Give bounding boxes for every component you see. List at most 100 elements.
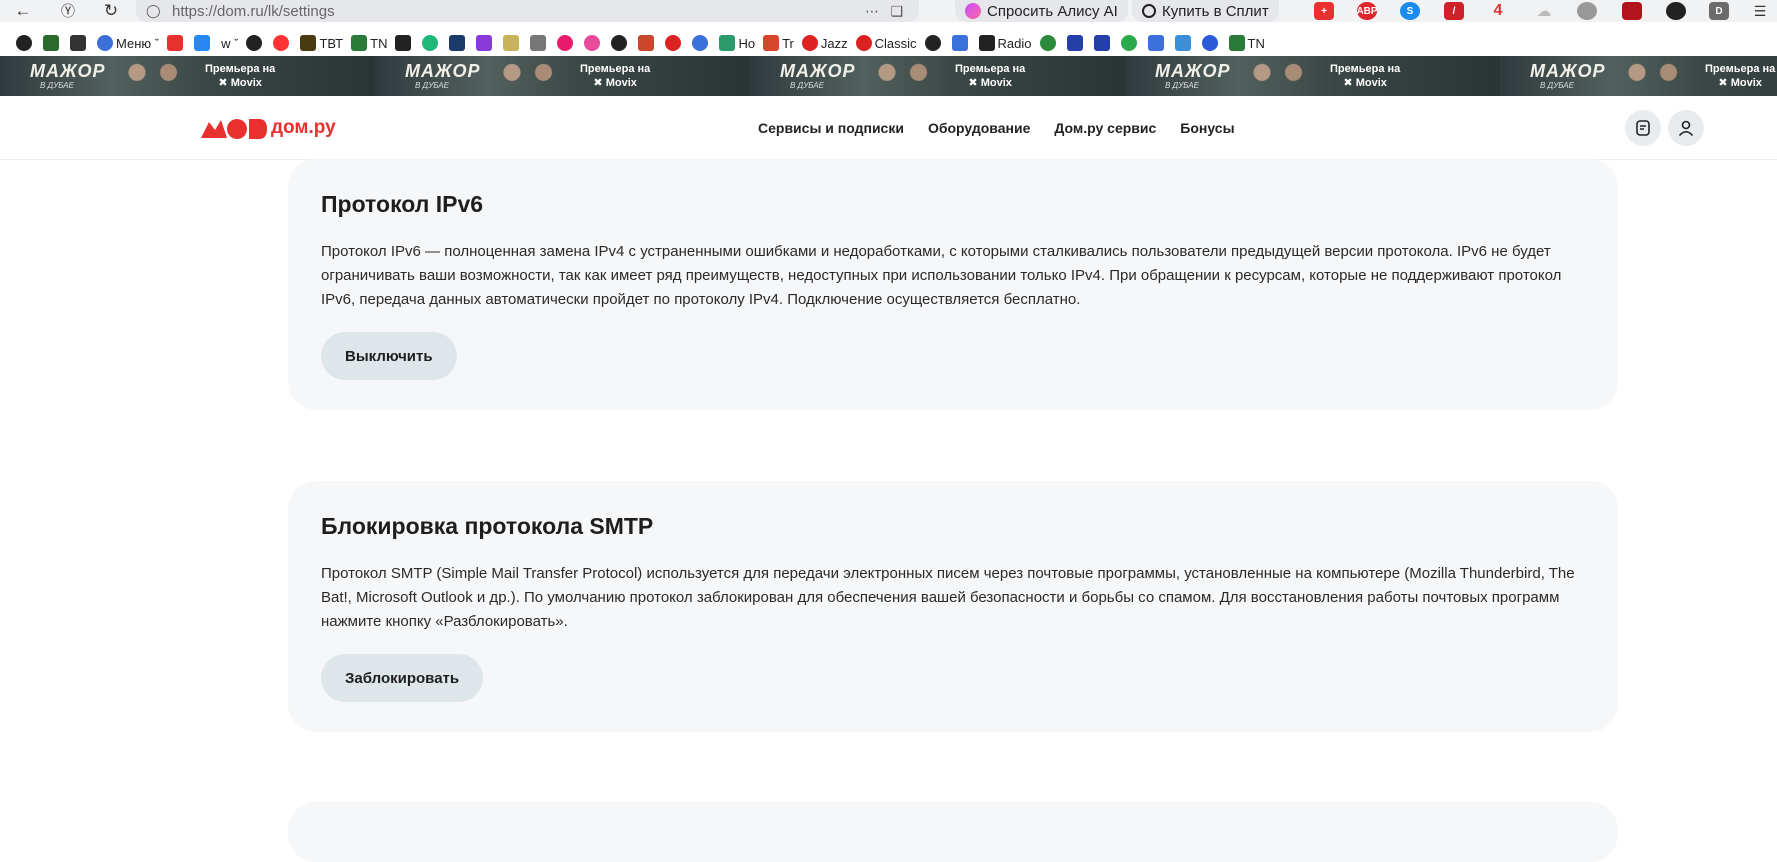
bookmark-icon[interactable]: ❑	[890, 3, 903, 20]
bookmark-tvt[interactable]: ТВТ	[300, 35, 343, 51]
banner-tag-line1: Премьера на	[1330, 63, 1401, 75]
bookmark-classic[interactable]: Classic	[855, 35, 917, 51]
cloud-icon[interactable]: ☁	[1534, 2, 1554, 20]
reload-icon[interactable]: ↻	[92, 0, 130, 22]
promo-banner[interactable]: МАЖОР В ДУБАЕ Премьера на ✖ Movix МАЖОР В…	[0, 56, 1777, 96]
documents-button[interactable]	[1625, 110, 1661, 146]
bookmark-star[interactable]	[1147, 35, 1167, 51]
radio-red-icon	[855, 35, 872, 51]
bookmark-github[interactable]	[924, 35, 944, 51]
card-description: Протокол SMTP (Simple Mail Transfer Prot…	[321, 565, 1575, 630]
profile-d-icon[interactable]: D	[1709, 2, 1729, 20]
bookmark-headset[interactable]	[1039, 35, 1059, 51]
music-note-icon	[951, 35, 968, 51]
bookmark-ho[interactable]: Но	[719, 35, 755, 51]
bookmark-flower[interactable]	[584, 35, 603, 51]
bookmark-label: TN	[1247, 35, 1265, 51]
bookmark-star-red[interactable]	[665, 35, 684, 51]
bookmark-music[interactable]	[422, 35, 441, 51]
radio-red-icon	[801, 35, 818, 51]
bookmark-check[interactable]	[1120, 35, 1140, 51]
bookmark-b[interactable]	[246, 35, 265, 51]
nav-services[interactable]: Сервисы и подписки	[758, 120, 904, 136]
bookmark-yandex[interactable]	[273, 35, 292, 51]
bookmark-menu[interactable]: Меню ˇ	[97, 35, 159, 51]
block-smtp-button[interactable]: Заблокировать	[321, 654, 484, 702]
bookmark-fp[interactable]	[1066, 35, 1086, 51]
back-arrow-icon[interactable]: ←	[4, 0, 42, 22]
banner-tag: Премьера на ✖ Movix	[1705, 63, 1776, 89]
bookmark-cloud[interactable]	[692, 35, 711, 51]
bookmark-tr[interactable]: Tr	[763, 35, 794, 51]
tn-icon	[351, 35, 368, 51]
bookmark-youtube[interactable]	[167, 35, 186, 51]
menu-icon[interactable]: ☰	[1750, 2, 1770, 20]
nav-domru-service[interactable]: Дом.ру сервис	[1054, 120, 1156, 136]
ip-icon	[1093, 35, 1110, 51]
bookmark-w[interactable]: w ˇ	[221, 36, 238, 51]
power-icon	[16, 35, 32, 51]
split-label: Купить в Сплит	[1162, 2, 1269, 20]
nav-equipment[interactable]: Оборудование	[928, 120, 1030, 136]
bookmark-tn2[interactable]: TN	[1228, 35, 1265, 51]
bookmark-heart[interactable]	[476, 35, 495, 51]
banner-tile: МАЖОР В ДУБАЕ Премьера на ✖ Movix	[0, 56, 375, 96]
shield-icon[interactable]	[1622, 2, 1642, 20]
nav-bonuses[interactable]: Бонусы	[1180, 120, 1234, 136]
bookmark-k[interactable]	[638, 35, 657, 51]
bookmark-t[interactable]	[43, 35, 62, 51]
bookmark-label: Но	[738, 35, 756, 51]
bookmark-tn[interactable]: TN	[351, 35, 387, 51]
bookmark-figure[interactable]	[530, 35, 549, 51]
bookmark-du[interactable]	[1174, 35, 1194, 51]
adblock-icon[interactable]: ABP	[1356, 2, 1378, 20]
address-bar[interactable]: ◯ https://dom.ru/lk/settings ⋯ ❑	[136, 0, 919, 22]
banner-photo	[1235, 58, 1325, 94]
bookmark-square[interactable]	[503, 35, 522, 51]
split-button[interactable]: Купить в Сплит	[1132, 0, 1279, 22]
bookmark-pink[interactable]	[557, 35, 576, 51]
logo-mark-icon	[201, 119, 267, 139]
banner-photo	[485, 58, 575, 94]
yandex-icon[interactable]: Ⓨ	[49, 0, 87, 22]
next-card	[288, 802, 1618, 862]
split-icon	[1142, 4, 1156, 18]
site-info-icon[interactable]: ◯	[146, 3, 164, 19]
bookmark-headphones[interactable]	[611, 35, 630, 51]
bookmark-jazz[interactable]: Jazz	[801, 35, 848, 51]
shazam-icon[interactable]: S	[1400, 2, 1420, 20]
bear-icon[interactable]	[1577, 2, 1597, 20]
more-dots-icon[interactable]: ⋯	[865, 3, 879, 20]
disable-ipv6-button[interactable]: Выключить	[321, 332, 457, 380]
banner-subtitle: В ДУБАЕ	[1165, 81, 1199, 90]
bookmark-power[interactable]	[16, 35, 35, 51]
ask-alice-button[interactable]: Спросить Алису AI	[955, 0, 1128, 22]
banner-tag: Премьера на ✖ Movix	[580, 63, 651, 89]
bookmark-u[interactable]	[1201, 35, 1221, 51]
bookmark-c[interactable]	[449, 35, 468, 51]
counter-extension-icon[interactable]: 4	[1488, 2, 1508, 20]
bookmark-label: Tr	[782, 35, 794, 51]
ext-icon[interactable]	[1666, 2, 1686, 20]
bookmark-label: Classic	[874, 35, 917, 51]
bookmark-label: Меню	[116, 35, 152, 51]
pencil-extension-icon[interactable]: /	[1444, 2, 1464, 20]
banner-tag-line2: Movix	[605, 77, 637, 89]
banner-tag: Премьера на ✖ Movix	[205, 63, 276, 89]
u-icon	[1201, 35, 1218, 51]
banner-tile: МАЖОР В ДУБАЕ Премьера на ✖ Movix	[1500, 56, 1777, 96]
yandex-red-icon	[273, 35, 290, 51]
banner-tag: Премьера на ✖ Movix	[955, 63, 1026, 89]
profile-button[interactable]	[1668, 110, 1704, 146]
bookmark-vk[interactable]	[194, 35, 213, 51]
extension-icon[interactable]: +	[1314, 2, 1334, 20]
banner-tile: МАЖОР В ДУБАЕ Премьера на ✖ Movix	[750, 56, 1125, 96]
bookmark-radio[interactable]: Radio	[978, 35, 1032, 51]
dom-ru-logo[interactable]: дом.ру	[201, 116, 336, 140]
bookmark-note[interactable]	[951, 35, 971, 51]
bookmark-jd[interactable]	[395, 35, 414, 51]
bookmark-ip[interactable]	[1093, 35, 1113, 51]
check-icon	[1120, 35, 1137, 51]
bookmark-grid[interactable]	[70, 35, 89, 51]
bookmark-label: Radio	[997, 35, 1032, 51]
